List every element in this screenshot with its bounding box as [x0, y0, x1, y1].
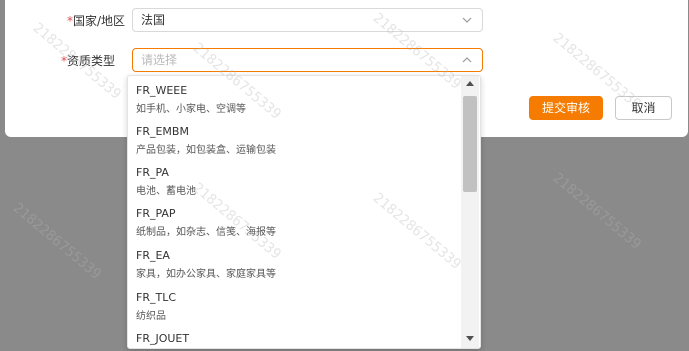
qualification-placeholder: 请选择: [141, 53, 178, 67]
watermark: 2182286755339: [9, 200, 104, 283]
option-desc: 如手机、小家电、空调等: [136, 104, 246, 115]
country-select-value: 法国: [141, 13, 166, 27]
option-title: FR_JOUET: [136, 332, 190, 345]
option-title: FR_EA: [136, 249, 170, 262]
scroll-up-arrow-icon[interactable]: [466, 80, 474, 88]
qualification-label-text: 资质类型: [66, 54, 115, 68]
option-title: FR_TLC: [136, 291, 176, 304]
option-desc: 电池、蓄电池: [136, 186, 196, 197]
cancel-button[interactable]: 取消: [615, 96, 672, 120]
country-label-text: 国家/地区: [72, 14, 125, 28]
dropdown-scrollbar[interactable]: [461, 76, 479, 348]
option-title: FR_WEEE: [136, 84, 188, 97]
qualification-dropdown: FR_WEEE 如手机、小家电、空调等 FR_EMBM 产品包装，如包装盒、运输…: [127, 75, 481, 349]
option-fr-embm[interactable]: FR_EMBM 产品包装，如包装盒、运输包装: [136, 125, 276, 156]
scroll-thumb[interactable]: [463, 96, 477, 192]
option-fr-jouet[interactable]: FR_JOUET: [136, 332, 189, 345]
qualification-select[interactable]: 请选择: [132, 48, 483, 72]
qualification-label: *资质类型: [25, 52, 115, 69]
option-fr-ea[interactable]: FR_EA 家具，如办公家具、家庭家具等: [136, 249, 276, 280]
option-fr-weee[interactable]: FR_WEEE 如手机、小家电、空调等: [136, 84, 246, 115]
option-desc: 纺织品: [136, 311, 166, 322]
option-desc: 家具，如办公家具、家庭家具等: [136, 269, 276, 280]
option-title: FR_EMBM: [136, 125, 189, 138]
option-fr-pa[interactable]: FR_PA 电池、蓄电池: [136, 166, 196, 197]
scroll-down-arrow-icon[interactable]: [466, 334, 474, 342]
option-title: FR_PA: [136, 166, 169, 179]
option-fr-pap[interactable]: FR_PAP 纸制品，如杂志、信笺、海报等: [136, 207, 276, 238]
option-fr-tlc[interactable]: FR_TLC 纺织品: [136, 291, 176, 322]
watermark: 2182286755339: [549, 170, 644, 253]
option-desc: 纸制品，如杂志、信笺、海报等: [136, 227, 276, 238]
country-label: *国家/地区: [35, 12, 125, 29]
country-select[interactable]: 法国: [132, 8, 483, 32]
option-title: FR_PAP: [136, 207, 176, 220]
submit-review-button[interactable]: 提交审核: [529, 96, 603, 120]
chevron-down-icon: [462, 17, 472, 23]
option-desc: 产品包装，如包装盒、运输包装: [136, 145, 276, 156]
chevron-up-icon: [462, 57, 472, 63]
